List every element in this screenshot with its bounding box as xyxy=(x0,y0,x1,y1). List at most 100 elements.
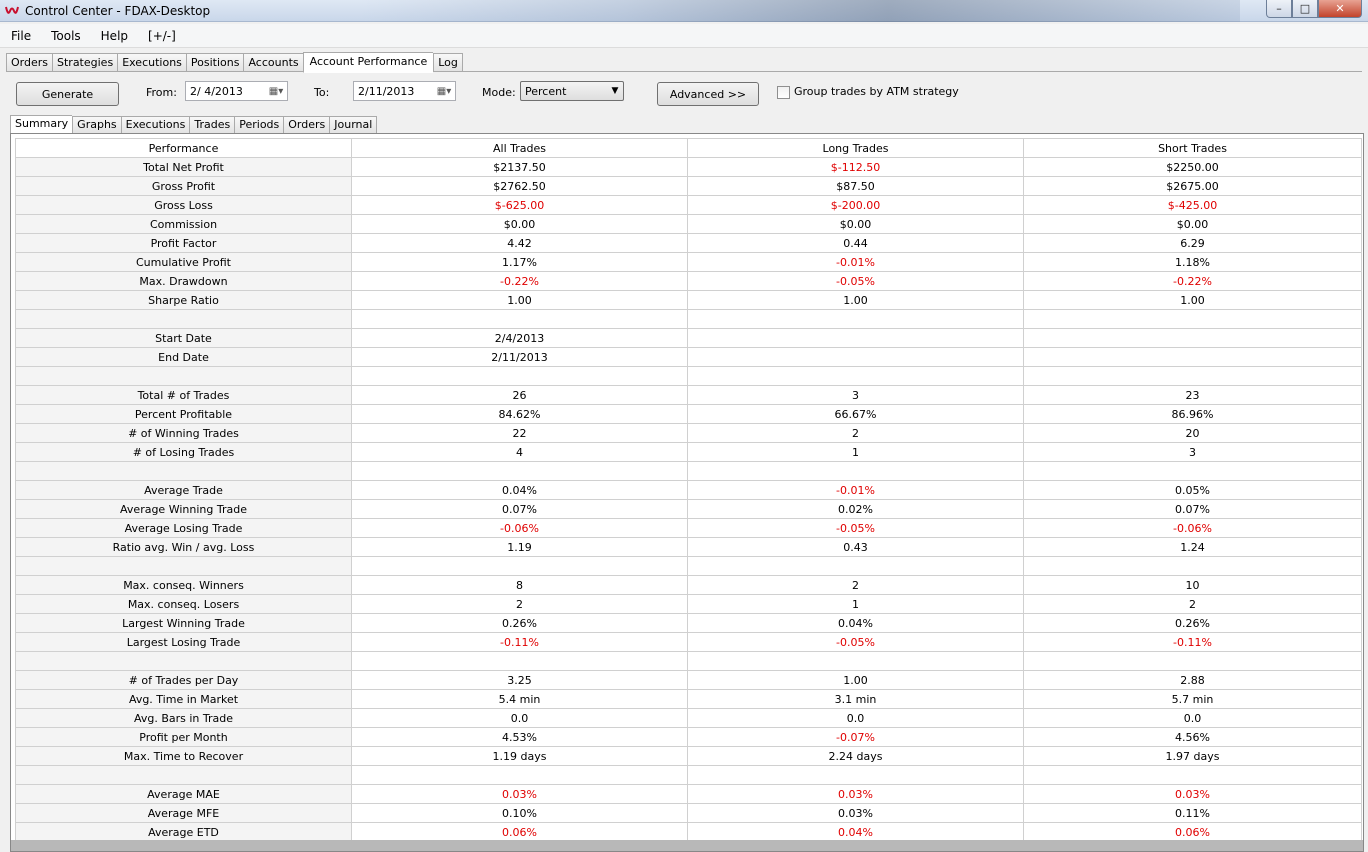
subtab-executions[interactable]: Executions xyxy=(120,116,190,134)
cell-short-trades xyxy=(1023,328,1362,348)
cell-all-trades: 0.0 xyxy=(351,708,688,728)
cell-short-trades: 86.96% xyxy=(1023,404,1362,424)
menu-file[interactable]: File xyxy=(2,29,40,43)
tab-log[interactable]: Log xyxy=(433,53,463,72)
cell-short-trades xyxy=(1023,347,1362,367)
mode-label: Mode: xyxy=(482,86,516,99)
row-label xyxy=(15,556,352,576)
tab-orders[interactable]: Orders xyxy=(6,53,52,72)
table-row xyxy=(15,461,1362,481)
cell-all-trades: 4 xyxy=(351,442,688,462)
subtab-trades[interactable]: Trades xyxy=(189,116,235,134)
column-header-short-trades[interactable]: Short Trades xyxy=(1023,138,1362,158)
row-label: Percent Profitable xyxy=(15,404,352,424)
tab-account-performance[interactable]: Account Performance xyxy=(302,52,434,73)
title-bar: Control Center - FDAX-Desktop – □ ✕ xyxy=(0,0,1368,22)
table-row: Avg. Bars in Trade 0.0 0.0 0.0 xyxy=(15,708,1362,728)
cell-long-trades: -0.05% xyxy=(687,518,1024,538)
cell-all-trades: 1.17% xyxy=(351,252,688,272)
cell-long-trades: -0.01% xyxy=(687,252,1024,272)
table-row: Max. Drawdown -0.22% -0.05% -0.22% xyxy=(15,271,1362,291)
row-label: Commission xyxy=(15,214,352,234)
subtab-periods[interactable]: Periods xyxy=(234,116,284,134)
mode-select-value: Percent xyxy=(525,84,567,98)
calendar-dropdown-icon[interactable]: ▦▾ xyxy=(265,86,287,97)
mode-select[interactable]: Percent ▼ xyxy=(520,81,624,101)
advanced-button[interactable]: Advanced >> xyxy=(657,82,759,106)
tab-accounts[interactable]: Accounts xyxy=(243,53,303,72)
from-date-picker[interactable]: 2/ 4/2013 ▦▾ xyxy=(185,81,288,101)
column-header-performance[interactable]: Performance xyxy=(15,138,352,158)
tab-executions[interactable]: Executions xyxy=(117,53,186,72)
cell-long-trades: 0.43 xyxy=(687,537,1024,557)
performance-table: Performance All Trades Long Trades Short… xyxy=(15,138,1362,842)
column-header-long-trades[interactable]: Long Trades xyxy=(687,138,1024,158)
to-label: To: xyxy=(314,86,330,99)
table-row xyxy=(15,556,1362,576)
row-label xyxy=(15,651,352,671)
table-row: Largest Winning Trade 0.26% 0.04% 0.26% xyxy=(15,613,1362,633)
tab-positions[interactable]: Positions xyxy=(185,53,244,72)
table-row: Max. Time to Recover 1.19 days 2.24 days 1.… xyxy=(15,746,1362,766)
cell-long-trades: $-112.50 xyxy=(687,157,1024,177)
minimize-button[interactable]: – xyxy=(1266,0,1292,18)
cell-short-trades: $2250.00 xyxy=(1023,157,1362,177)
cell-all-trades: 5.4 min xyxy=(351,689,688,709)
subtab-graphs[interactable]: Graphs xyxy=(72,116,121,134)
row-label: End Date xyxy=(15,347,352,367)
cell-short-trades xyxy=(1023,366,1362,386)
maximize-button[interactable]: □ xyxy=(1292,0,1318,18)
cell-long-trades: -0.05% xyxy=(687,271,1024,291)
cell-short-trades: 0.26% xyxy=(1023,613,1362,633)
cell-long-trades: 1.00 xyxy=(687,290,1024,310)
table-row: Ratio avg. Win / avg. Loss 1.19 0.43 1.24 xyxy=(15,537,1362,557)
cell-all-trades: 0.03% xyxy=(351,784,688,804)
cell-long-trades xyxy=(687,651,1024,671)
cell-all-trades: $2762.50 xyxy=(351,176,688,196)
group-by-atm-label: Group trades by ATM strategy xyxy=(794,85,959,98)
cell-short-trades: -0.06% xyxy=(1023,518,1362,538)
cell-long-trades: 1 xyxy=(687,594,1024,614)
row-label: Profit per Month xyxy=(15,727,352,747)
menu-help[interactable]: Help xyxy=(92,29,137,43)
window-title: Control Center - FDAX-Desktop xyxy=(25,3,211,18)
cell-all-trades: 22 xyxy=(351,423,688,443)
table-row: Largest Losing Trade -0.11% -0.05% -0.11% xyxy=(15,632,1362,652)
row-label xyxy=(15,309,352,329)
row-label: Avg. Time in Market xyxy=(15,689,352,709)
group-by-atm-checkbox[interactable] xyxy=(777,86,790,99)
tab-strategies[interactable]: Strategies xyxy=(52,53,118,72)
cell-all-trades xyxy=(351,461,688,481)
chevron-down-icon: ▼ xyxy=(611,86,619,96)
cell-short-trades: -0.22% xyxy=(1023,271,1362,291)
cell-all-trades: 0.04% xyxy=(351,480,688,500)
cell-short-trades: 6.29 xyxy=(1023,233,1362,253)
subtab-journal[interactable]: Journal xyxy=(329,116,378,134)
column-header-all-trades[interactable]: All Trades xyxy=(351,138,688,158)
cell-all-trades: 0.26% xyxy=(351,613,688,633)
table-row: Average MAE 0.03% 0.03% 0.03% xyxy=(15,784,1362,804)
table-row: Max. conseq. Losers 2 1 2 xyxy=(15,594,1362,614)
generate-button[interactable]: Generate xyxy=(16,82,119,106)
subtab-summary[interactable]: Summary xyxy=(10,115,73,135)
table-row: End Date 2/11/2013 xyxy=(15,347,1362,367)
menu-expand-collapse[interactable]: [+/-] xyxy=(139,29,185,43)
performance-grid: Performance All Trades Long Trades Short… xyxy=(10,133,1364,852)
cell-all-trades: 2/4/2013 xyxy=(351,328,688,348)
menu-tools[interactable]: Tools xyxy=(42,29,90,43)
row-label: Average Trade xyxy=(15,480,352,500)
cell-short-trades: 0.11% xyxy=(1023,803,1362,823)
cell-all-trades xyxy=(351,651,688,671)
calendar-dropdown-icon[interactable]: ▦▾ xyxy=(433,86,455,97)
row-label: Ratio avg. Win / avg. Loss xyxy=(15,537,352,557)
cell-long-trades: 0.44 xyxy=(687,233,1024,253)
to-date-picker[interactable]: 2/11/2013 ▦▾ xyxy=(353,81,456,101)
cell-all-trades: 8 xyxy=(351,575,688,595)
subtab-orders[interactable]: Orders xyxy=(283,116,330,134)
table-row: Avg. Time in Market 5.4 min 3.1 min 5.7 min xyxy=(15,689,1362,709)
row-label: Sharpe Ratio xyxy=(15,290,352,310)
cell-short-trades: 1.97 days xyxy=(1023,746,1362,766)
close-button[interactable]: ✕ xyxy=(1318,0,1362,18)
row-label xyxy=(15,461,352,481)
cell-long-trades: -0.01% xyxy=(687,480,1024,500)
